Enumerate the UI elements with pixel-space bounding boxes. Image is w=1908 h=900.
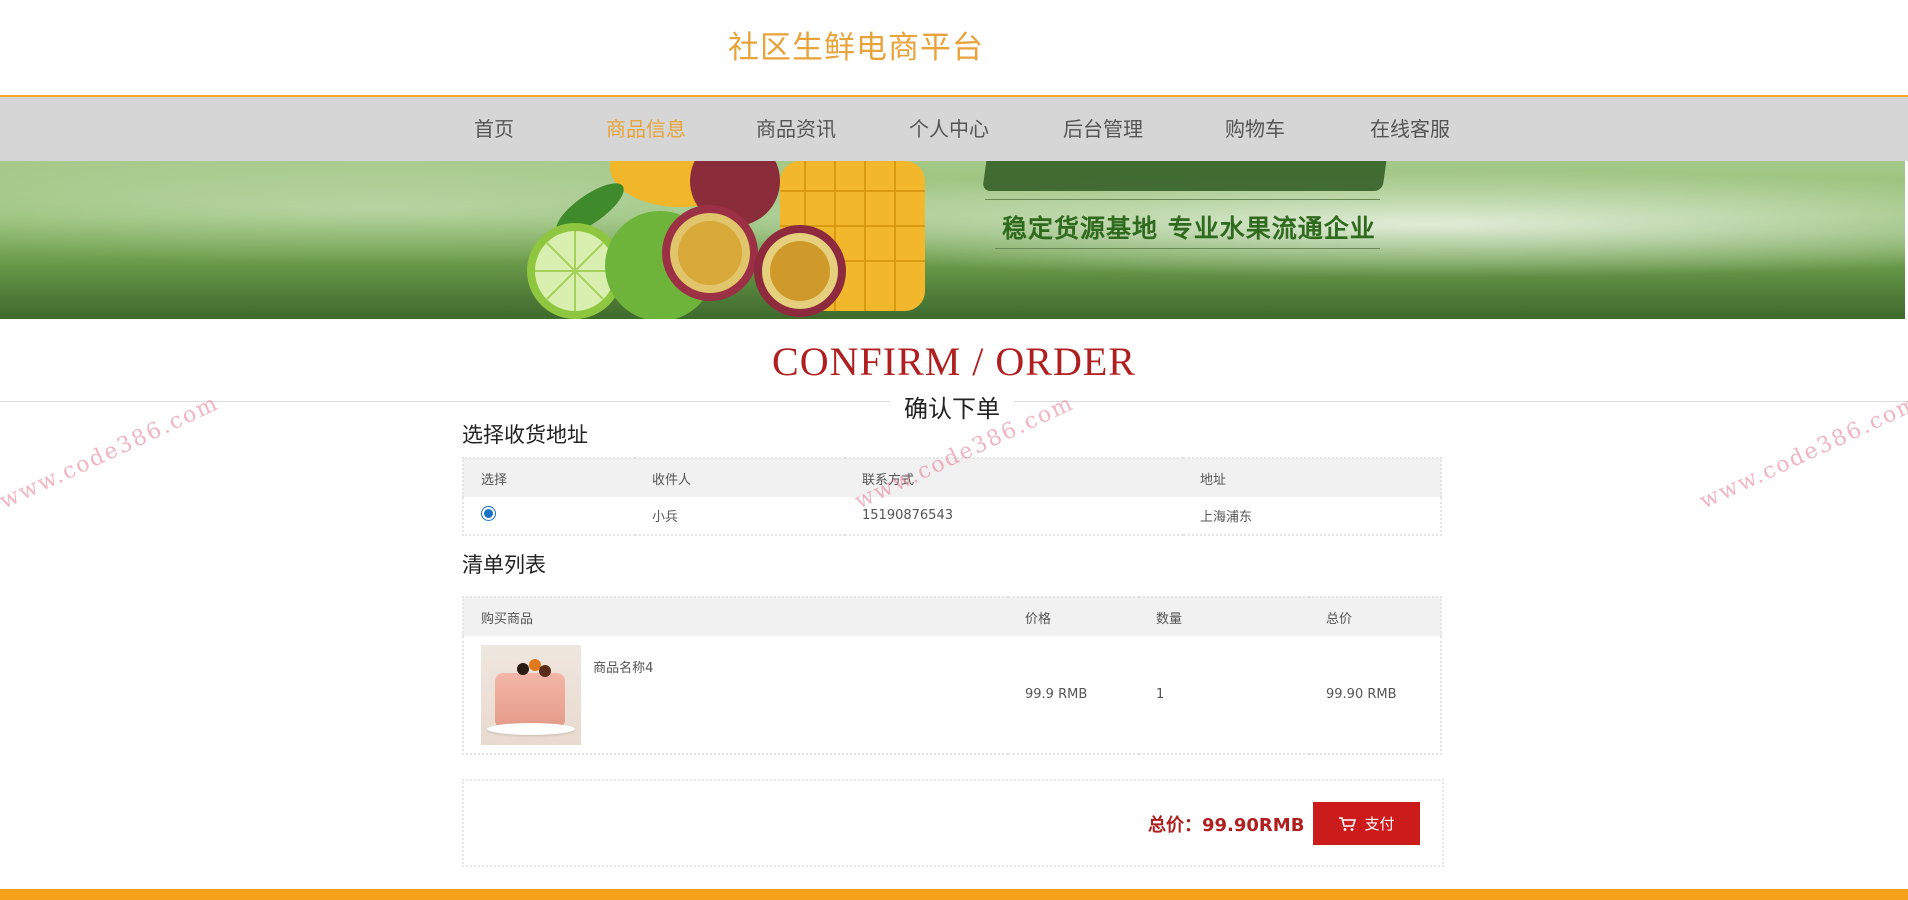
total-cell: 99.90 RMB — [1326, 687, 1397, 702]
order-total: 总价：99.90RMB — [1148, 815, 1305, 836]
banner-slogan: 稳定货源基地 专业水果流通企业 — [1002, 214, 1376, 243]
product-thumbnail[interactable] — [481, 644, 581, 745]
banner: 稳定货源基地 专业水果流通企业 — [0, 161, 1905, 319]
order-table-header: 购买商品 价格 数量 总价 — [463, 597, 1441, 636]
order-table: 购买商品 价格 数量 总价 商品名称4 99.9 RMB 1 99.90 RMB — [462, 596, 1442, 755]
cart-icon — [1339, 816, 1357, 831]
price-cell: 99.9 RMB — [1025, 687, 1088, 702]
nav-item-home[interactable]: 首页 — [434, 97, 554, 161]
nav-item-support[interactable]: 在线客服 — [1350, 97, 1470, 161]
table-row[interactable]: 小兵 15190876543 上海浦东 — [463, 497, 1441, 535]
phone-cell: 15190876543 — [862, 508, 953, 523]
nav-item-news[interactable]: 商品资讯 — [736, 97, 856, 161]
address-cell: 上海浦东 — [1200, 510, 1253, 525]
watermark: www.code386.com — [0, 390, 224, 515]
page-title-en: CONFIRM / ORDER — [772, 339, 1136, 384]
column-header: 购买商品 — [463, 597, 1008, 636]
column-header: 地址 — [1183, 458, 1441, 497]
nav-item-cart[interactable]: 购物车 — [1195, 97, 1315, 161]
column-header: 数量 — [1139, 597, 1309, 636]
column-header: 价格 — [1008, 597, 1139, 636]
footer-bar — [0, 889, 1908, 900]
table-row: 商品名称4 99.9 RMB 1 99.90 RMB — [463, 636, 1441, 754]
column-header: 收件人 — [635, 458, 845, 497]
nav-item-products[interactable]: 商品信息 — [586, 97, 706, 161]
address-select-radio[interactable] — [481, 506, 496, 521]
pay-button-label: 支付 — [1364, 815, 1395, 833]
nav-item-admin[interactable]: 后台管理 — [1043, 97, 1163, 161]
product-name[interactable]: 商品名称4 — [593, 657, 653, 676]
address-section-title: 选择收货地址 — [462, 423, 588, 447]
order-section-title: 清单列表 — [462, 553, 546, 577]
column-header: 选择 — [463, 458, 635, 497]
column-header: 总价 — [1309, 597, 1441, 636]
quantity-cell: 1 — [1156, 687, 1165, 702]
pay-button[interactable]: 支付 — [1313, 802, 1420, 845]
page-title-cn: 确认下单 — [890, 389, 1014, 424]
nav-item-profile[interactable]: 个人中心 — [889, 97, 1009, 161]
recipient-cell: 小兵 — [652, 510, 679, 525]
main-nav: 首页 商品信息 商品资讯 个人中心 后台管理 购物车 在线客服 — [0, 97, 1908, 161]
site-header: 社区生鲜电商平台 — [0, 0, 1908, 97]
watermark: www.code386.com — [1695, 390, 1908, 515]
fruit-illustration — [527, 161, 925, 319]
site-title[interactable]: 社区生鲜电商平台 — [728, 22, 984, 67]
order-summary: 总价：99.90RMB 支付 — [462, 779, 1444, 867]
